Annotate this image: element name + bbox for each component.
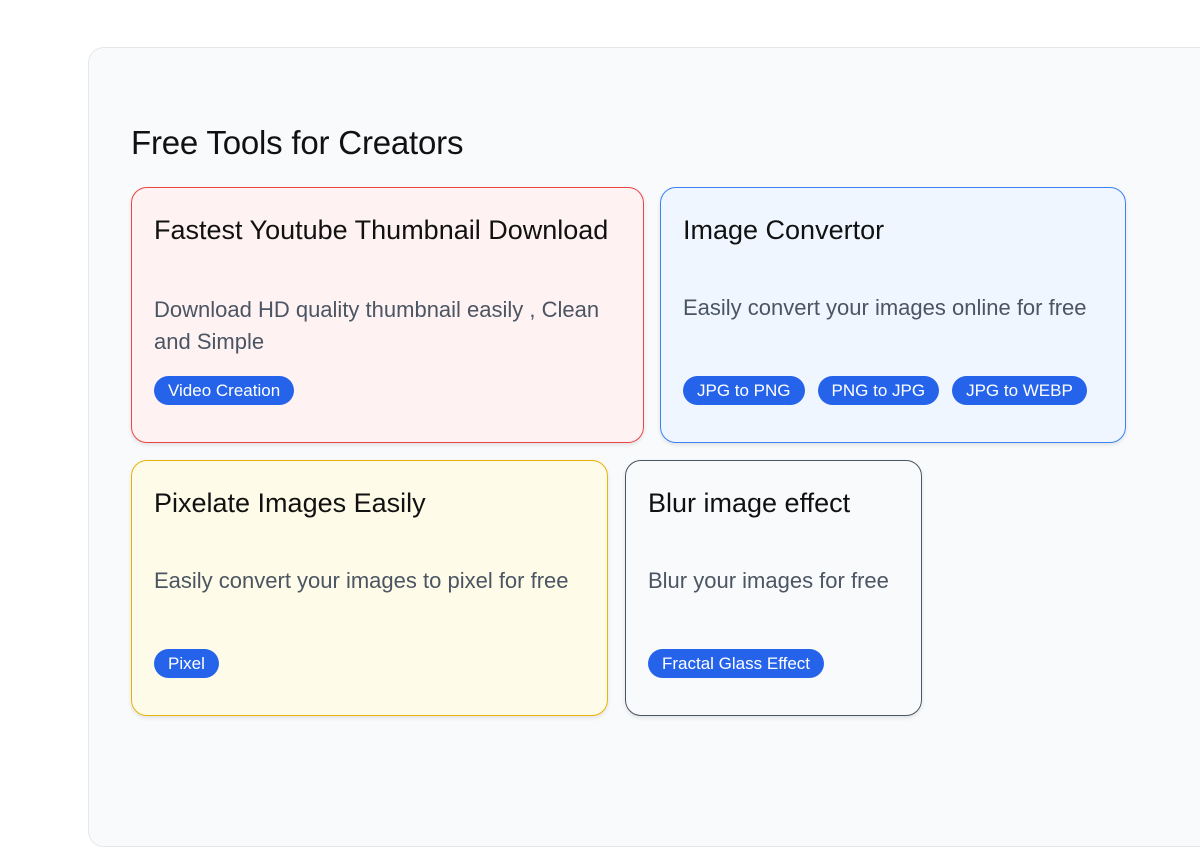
card-description: Easily convert your images to pixel for … bbox=[154, 568, 569, 593]
tag-list: Pixel bbox=[154, 649, 219, 678]
card-pixelate-images[interactable]: Pixelate Images Easily Easily convert yo… bbox=[131, 460, 608, 716]
tag-video-creation[interactable]: Video Creation bbox=[154, 376, 295, 405]
card-title: Image Convertor bbox=[683, 215, 885, 245]
card-blur-image-effect[interactable]: Blur image effect Blur your images for f… bbox=[625, 460, 922, 716]
tag-jpg-to-png[interactable]: JPG to PNG bbox=[683, 376, 805, 405]
tag-list: Fractal Glass Effect bbox=[648, 649, 825, 678]
card-title: Fastest Youtube Thumbnail Download bbox=[154, 215, 609, 245]
tag-list: Video Creation bbox=[154, 376, 295, 405]
section-title: Free Tools for Creators bbox=[131, 124, 464, 161]
tag-pixel[interactable]: Pixel bbox=[154, 649, 219, 678]
card-image-convertor[interactable]: Image Convertor Easily convert your imag… bbox=[660, 187, 1126, 443]
card-youtube-thumbnail-download[interactable]: Fastest Youtube Thumbnail Download Downl… bbox=[131, 187, 644, 443]
card-description: Blur your images for free bbox=[648, 568, 889, 593]
tag-png-to-jpg[interactable]: PNG to JPG bbox=[817, 376, 940, 405]
tag-jpg-to-webp[interactable]: JPG to WEBP bbox=[952, 376, 1087, 405]
tools-panel bbox=[88, 47, 1200, 847]
card-title: Pixelate Images Easily bbox=[154, 488, 426, 518]
tag-list: JPG to PNG PNG to JPG JPG to WEBP bbox=[683, 376, 1087, 405]
card-description: Download HD quality thumbnail easily , C… bbox=[154, 297, 600, 354]
tag-fractal-glass-effect[interactable]: Fractal Glass Effect bbox=[648, 649, 825, 678]
card-description: Easily convert your images online for fr… bbox=[683, 295, 1087, 320]
card-title: Blur image effect bbox=[648, 488, 851, 518]
